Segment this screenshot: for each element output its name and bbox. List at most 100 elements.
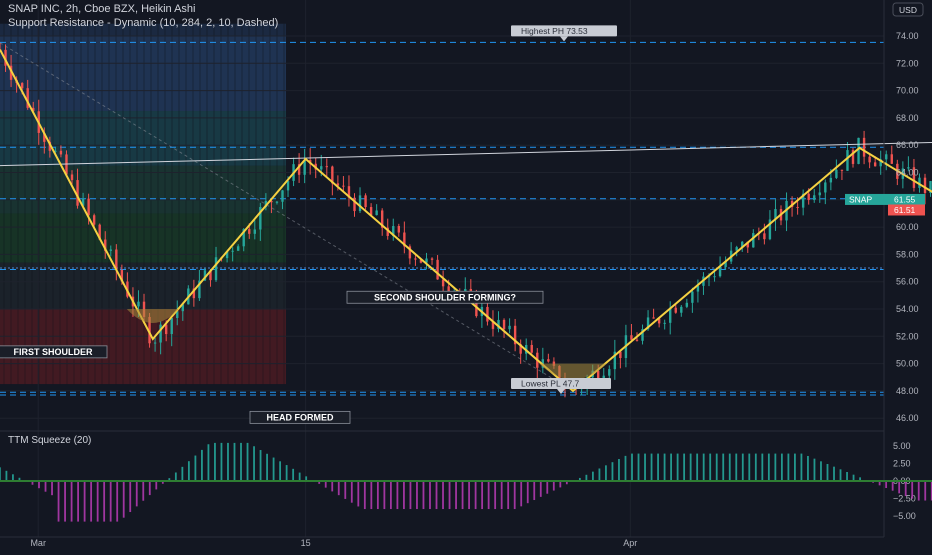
squeeze-bar <box>794 453 796 481</box>
squeeze-bar <box>748 453 751 481</box>
squeeze-bar <box>174 472 177 481</box>
squeeze-bar <box>135 481 138 507</box>
y-tick-label: 74.00 <box>896 31 919 41</box>
squeeze-bar <box>826 463 829 481</box>
candle <box>868 156 871 163</box>
price-chart[interactable]: E65.8562.0856.8947.9Highest PH 73.53Lowe… <box>0 0 932 550</box>
squeeze-bar <box>331 481 334 492</box>
squeeze-bar <box>833 466 835 481</box>
squeeze-bar <box>487 481 490 510</box>
squeeze-bar <box>761 453 764 481</box>
squeeze-bar <box>468 481 470 510</box>
candle <box>502 319 506 330</box>
squeeze-bar <box>376 481 379 510</box>
candle <box>486 306 489 322</box>
price-tag-snap-symbol: SNAP <box>849 194 872 204</box>
squeeze-bar <box>787 453 790 481</box>
candle <box>824 182 827 193</box>
squeeze-bar <box>754 453 757 481</box>
candle <box>718 267 722 277</box>
squeeze-bar <box>741 453 744 481</box>
squeeze-bar <box>481 481 484 510</box>
squeeze-bar <box>683 453 686 481</box>
squeeze-bar <box>663 453 666 481</box>
squeeze-bar <box>103 481 106 522</box>
squeeze-bar <box>644 453 646 481</box>
candle <box>214 257 218 281</box>
candle <box>87 198 90 216</box>
candle <box>608 369 611 376</box>
y-tick-label: 46.00 <box>896 413 919 423</box>
y-tick-label: 56.00 <box>896 277 919 287</box>
squeeze-bar <box>409 481 412 510</box>
candle <box>796 206 799 208</box>
squeeze-bar <box>911 481 914 499</box>
x-tick-label: Mar <box>30 538 46 548</box>
squeeze-bar <box>885 481 888 489</box>
y-tick-label: 66.00 <box>896 140 919 150</box>
squeeze-bar <box>285 465 288 481</box>
squeeze-bar <box>813 458 816 481</box>
highest-ph-label: Highest PH 73.53 <box>521 26 588 36</box>
squeeze-bar <box>279 461 282 481</box>
squeeze-bar <box>520 481 523 507</box>
y-tick-label: 52.00 <box>896 331 919 341</box>
candle <box>685 302 689 307</box>
squeeze-bar <box>122 481 125 518</box>
squeeze-bar <box>891 481 894 491</box>
squeeze-bar <box>735 453 738 481</box>
squeeze-bar <box>904 481 907 497</box>
squeeze-bar <box>51 481 53 496</box>
y-tick-label: 58.00 <box>896 249 919 259</box>
squeeze-bar <box>657 453 659 481</box>
squeeze-bar <box>709 453 712 481</box>
candle <box>430 258 434 260</box>
squeeze-bar <box>591 471 594 481</box>
squeeze-bar <box>696 453 699 481</box>
candle <box>281 190 284 202</box>
candle <box>253 229 256 234</box>
chart-stage[interactable]: E65.8562.0856.8947.9Highest PH 73.53Lowe… <box>0 0 932 550</box>
squeeze-bar <box>780 453 783 481</box>
squeeze-bar <box>44 481 47 492</box>
squeeze-bar <box>0 467 1 481</box>
squeeze-bar <box>357 481 360 507</box>
candle <box>342 185 345 187</box>
squeeze-bar <box>70 481 73 522</box>
squeeze-y-tick: 5.00 <box>893 441 911 451</box>
candle <box>680 306 683 313</box>
squeeze-bar <box>181 466 184 481</box>
squeeze-bar <box>618 459 620 481</box>
candle <box>109 249 112 251</box>
candle <box>364 195 367 208</box>
squeeze-bar <box>800 453 803 481</box>
candle <box>375 210 378 216</box>
squeeze-bar <box>253 446 255 481</box>
candle <box>818 192 821 196</box>
candle <box>857 137 860 164</box>
candle <box>164 324 168 335</box>
price-tag-snap-value: 61.55 <box>894 194 916 204</box>
candle <box>547 359 550 362</box>
squeeze-bar <box>5 470 8 481</box>
squeeze-bar <box>240 442 242 481</box>
candle <box>923 177 927 193</box>
squeeze-bar <box>637 453 640 481</box>
squeeze-bar <box>670 453 672 481</box>
squeeze-bar <box>350 481 353 503</box>
chart-title: SNAP INC, 2h, Cboe BZX, Heikin Ashi <box>8 3 196 15</box>
squeeze-bar <box>767 453 770 481</box>
candle <box>840 169 844 171</box>
squeeze-bar <box>77 481 79 522</box>
squeeze-bar <box>233 442 236 481</box>
squeeze-bar <box>461 481 464 510</box>
squeeze-bar <box>116 481 119 522</box>
y-tick-label: 60.00 <box>896 222 919 232</box>
candle <box>652 317 655 319</box>
candle <box>846 150 849 171</box>
y-tick-label: 72.00 <box>896 58 919 68</box>
squeeze-bar <box>689 453 692 481</box>
squeeze-bar <box>272 457 275 481</box>
sr-zone <box>0 111 286 166</box>
squeeze-bar <box>526 481 529 504</box>
